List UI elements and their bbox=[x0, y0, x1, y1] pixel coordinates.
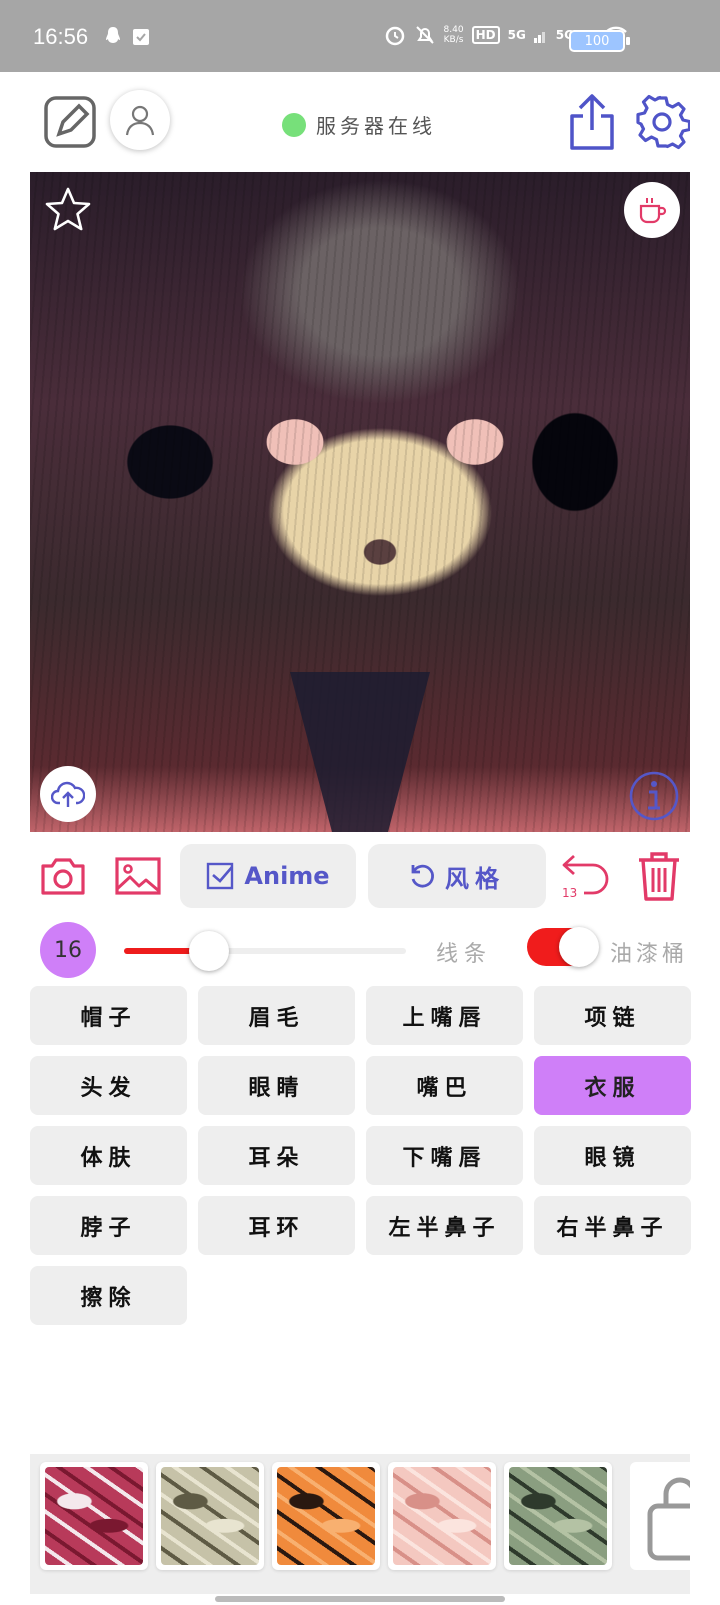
qq-icon bbox=[106, 27, 120, 43]
drawing-canvas[interactable] bbox=[30, 172, 690, 832]
part-button[interactable]: 衣服 bbox=[534, 1056, 691, 1115]
part-button[interactable]: 帽子 bbox=[30, 986, 187, 1045]
server-status-label: 服务器在线 bbox=[316, 114, 436, 138]
sim1-label: 5G bbox=[507, 28, 526, 42]
task-icon bbox=[133, 29, 149, 45]
part-button[interactable]: 耳朵 bbox=[198, 1126, 355, 1185]
texture-fill bbox=[393, 1467, 491, 1565]
coffee-button[interactable] bbox=[624, 182, 680, 238]
texture-swatch-olive-texture[interactable] bbox=[156, 1462, 264, 1570]
slider-thumb[interactable] bbox=[188, 931, 229, 971]
net-speed-unit: KB/s bbox=[443, 35, 464, 45]
toggle-knob bbox=[559, 927, 599, 967]
delete-button[interactable] bbox=[636, 850, 682, 902]
texture-fill bbox=[509, 1467, 607, 1565]
texture-swatch-orange-texture[interactable] bbox=[272, 1462, 380, 1570]
part-button[interactable]: 项链 bbox=[534, 986, 691, 1045]
texture-palette[interactable] bbox=[30, 1454, 690, 1594]
clock: 16:56 bbox=[33, 24, 89, 49]
part-button[interactable]: 擦除 bbox=[30, 1266, 187, 1325]
gallery-button[interactable] bbox=[114, 854, 162, 898]
status-dot bbox=[282, 112, 306, 137]
brush-size-badge: 16 bbox=[40, 922, 96, 978]
line-mode-label: 线条 bbox=[436, 942, 493, 967]
part-button[interactable]: 眼睛 bbox=[198, 1056, 355, 1115]
tool-row: Anime 风格 13 bbox=[0, 842, 720, 908]
brush-size-slider[interactable] bbox=[124, 931, 406, 971]
anime-button[interactable]: Anime bbox=[180, 844, 356, 908]
info-icon bbox=[629, 771, 679, 821]
texture-fill bbox=[277, 1467, 375, 1565]
camera-button[interactable] bbox=[40, 854, 86, 898]
upload-button[interactable] bbox=[40, 766, 96, 822]
signal-icon bbox=[533, 32, 545, 43]
checkbox-icon bbox=[207, 862, 234, 890]
mute-icon bbox=[415, 26, 434, 44]
image-icon bbox=[115, 857, 161, 895]
edit-icon bbox=[44, 96, 96, 148]
hd-badge: HD bbox=[471, 26, 500, 44]
coffee-cup-icon bbox=[639, 198, 667, 224]
trash-icon bbox=[639, 852, 679, 901]
style-button[interactable]: 风格 bbox=[368, 844, 546, 908]
undo-count: 13 bbox=[562, 886, 578, 900]
texture-swatch-crimson-texture[interactable] bbox=[40, 1462, 148, 1570]
profile-button[interactable] bbox=[110, 90, 170, 150]
share-button[interactable] bbox=[566, 92, 618, 152]
notification-icons bbox=[104, 26, 150, 46]
texture-swatch-sage-texture[interactable] bbox=[504, 1462, 612, 1570]
part-button[interactable]: 左半鼻子 bbox=[366, 1196, 523, 1255]
part-button[interactable]: 眉毛 bbox=[198, 986, 355, 1045]
info-button[interactable] bbox=[628, 770, 680, 822]
more-textures-button[interactable] bbox=[630, 1462, 690, 1570]
share-icon bbox=[570, 94, 614, 150]
part-button[interactable]: 嘴巴 bbox=[366, 1056, 523, 1115]
rotate-icon bbox=[411, 864, 434, 888]
part-button[interactable]: 下嘴唇 bbox=[366, 1126, 523, 1185]
net-speed-value: 8.40 bbox=[443, 25, 464, 35]
anime-label: Anime bbox=[244, 862, 330, 890]
brush-controls: 16 线条 油漆桶 bbox=[0, 920, 720, 980]
gear-icon bbox=[636, 94, 690, 150]
battery-indicator: 100 bbox=[569, 30, 630, 52]
gesture-bar[interactable] bbox=[215, 1596, 505, 1602]
favorite-button[interactable] bbox=[44, 186, 92, 234]
part-button[interactable]: 耳环 bbox=[198, 1196, 355, 1255]
part-button[interactable]: 右半鼻子 bbox=[534, 1196, 691, 1255]
camera-icon bbox=[41, 858, 85, 895]
top-bar: 服务器在线 bbox=[0, 72, 720, 172]
edit-button[interactable] bbox=[42, 94, 98, 150]
part-button[interactable]: 体肤 bbox=[30, 1126, 187, 1185]
part-button[interactable]: 脖子 bbox=[30, 1196, 187, 1255]
alarm-icon bbox=[385, 26, 404, 46]
status-bar: 16:56 8.40 KB/s HD 5G 5G 100 bbox=[0, 0, 720, 72]
texture-fill bbox=[45, 1467, 143, 1565]
part-button[interactable]: 眼镜 bbox=[534, 1126, 691, 1185]
net-speed: 8.40 KB/s bbox=[444, 25, 464, 45]
bucket-mode-label: 油漆桶 bbox=[610, 942, 689, 967]
part-button[interactable]: 上嘴唇 bbox=[366, 986, 523, 1045]
part-selector-grid: 帽子 眉毛 上嘴唇 项链头发 眼睛 嘴巴 衣服体肤 耳朵 下嘴唇 眼镜脖子 耳环 左半鼻子 右半鼻子擦除 bbox=[30, 986, 691, 1325]
settings-button[interactable] bbox=[634, 94, 690, 150]
bucket-toggle[interactable] bbox=[527, 927, 599, 967]
texture-swatch-blush-texture[interactable] bbox=[388, 1462, 496, 1570]
battery-level: 100 bbox=[584, 33, 610, 49]
star-icon bbox=[45, 187, 91, 231]
texture-fill bbox=[161, 1467, 259, 1565]
part-button[interactable]: 头发 bbox=[30, 1056, 187, 1115]
lock-icon bbox=[647, 1477, 690, 1561]
user-icon bbox=[125, 105, 155, 136]
cloud-upload-icon bbox=[51, 781, 85, 807]
server-status: 服务器在线 bbox=[282, 110, 436, 139]
style-label: 风格 bbox=[445, 863, 505, 893]
